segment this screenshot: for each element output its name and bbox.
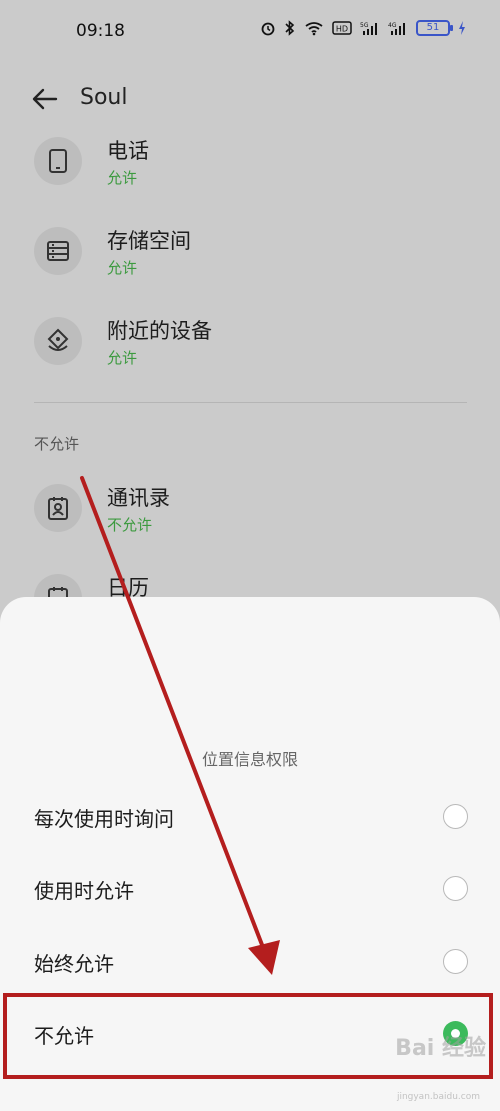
permission-status: 允许: [107, 169, 138, 187]
charging-icon: [459, 21, 465, 35]
radio-button[interactable]: [443, 949, 468, 974]
permission-name: 附近的设备: [107, 319, 212, 343]
radio-button[interactable]: [443, 804, 468, 829]
watermark-logo: Bai 经验: [395, 1036, 486, 1061]
storage-icon: [34, 227, 82, 275]
option-allow-while-using[interactable]: 使用时允许: [0, 853, 500, 925]
phone-icon: [34, 137, 82, 185]
permission-item-phone[interactable]: 电话 允许: [34, 137, 474, 217]
alarm-icon: [261, 22, 275, 36]
screen: 09:18 HD 5G 4G 51 Soul 电话 允许 存储空间 允许 附近的…: [0, 0, 500, 1111]
contacts-icon: [34, 484, 82, 532]
option-always-allow[interactable]: 始终允许: [0, 926, 500, 998]
svg-text:4G: 4G: [388, 22, 397, 29]
signal-5g-icon: 5G: [360, 22, 377, 35]
app-bar: Soul: [0, 70, 500, 130]
battery-icon: 51: [416, 20, 453, 36]
permission-item-storage[interactable]: 存储空间 允许: [34, 227, 474, 307]
section-divider: [34, 402, 467, 403]
nearby-devices-icon: [34, 317, 82, 365]
status-icons: HD 5G 4G 51: [260, 20, 466, 36]
svg-text:5G: 5G: [360, 22, 369, 29]
signal-4g-icon: 4G: [388, 22, 405, 35]
option-label: 使用时允许: [34, 879, 134, 903]
app-title: Soul: [80, 85, 128, 110]
bluetooth-icon: [285, 20, 295, 36]
radio-button[interactable]: [443, 876, 468, 901]
option-label: 始终允许: [34, 952, 114, 976]
status-time: 09:18: [76, 21, 125, 41]
status-bar: 09:18 HD 5G 4G 51: [0, 0, 500, 64]
watermark-url: jingyan.baidu.com: [396, 1092, 480, 1102]
denied-section-label: 不允许: [34, 435, 80, 453]
option-ask-every-time[interactable]: 每次使用时询问: [0, 781, 500, 853]
option-label: 每次使用时询问: [34, 807, 174, 831]
permission-item-nearby-devices[interactable]: 附近的设备 允许: [34, 317, 474, 397]
svg-text:HD: HD: [336, 25, 348, 34]
permission-name: 存储空间: [107, 229, 191, 253]
permission-name: 电话: [107, 139, 149, 163]
permission-status: 不允许: [107, 516, 153, 534]
permission-status: 允许: [107, 349, 138, 367]
wifi-icon: [305, 22, 323, 36]
sheet-title: 位置信息权限: [201, 750, 298, 769]
hd-icon: HD: [332, 21, 352, 35]
back-arrow-icon[interactable]: [30, 84, 60, 114]
permission-status: 允许: [107, 259, 138, 277]
permission-name: 通讯录: [107, 486, 170, 510]
permission-item-contacts[interactable]: 通讯录 不允许: [34, 484, 474, 564]
